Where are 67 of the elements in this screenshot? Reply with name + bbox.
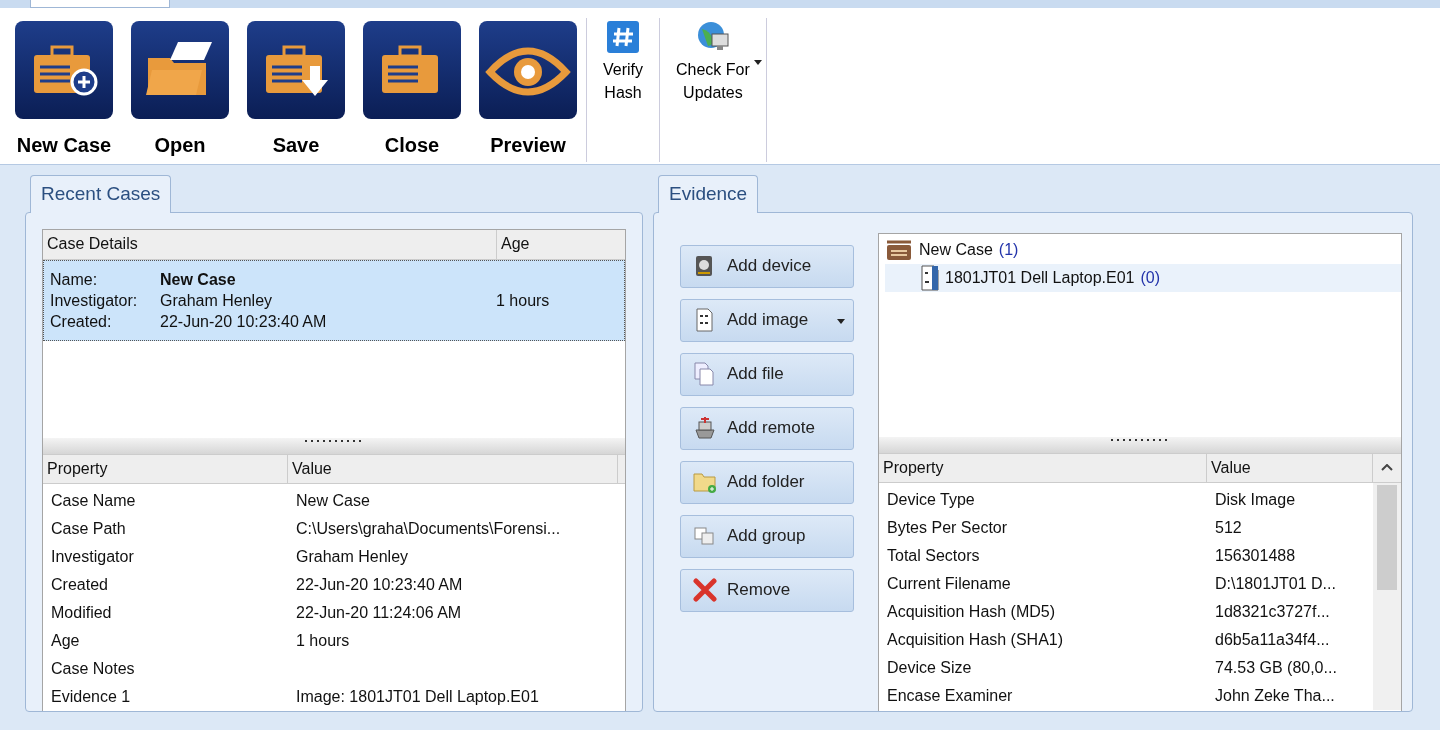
action-button[interactable]: Remove	[680, 568, 854, 612]
property-value: 22-Jun-20 10:23:40 AM	[296, 575, 463, 593]
property-value: 156301488	[1215, 546, 1296, 564]
property-name: Investigator	[51, 547, 134, 565]
property-value: John Zeke Tha...	[1215, 686, 1335, 704]
property-value: New Case	[296, 491, 370, 509]
evidence-tab[interactable]: Evidence	[658, 175, 759, 213]
property-name: Created	[51, 575, 108, 593]
property-value: d6b5a11a34f4...	[1215, 630, 1330, 648]
property-name: Modified	[51, 603, 112, 621]
property-value: 1d8321c3727f...	[1215, 602, 1330, 620]
toolbar-button[interactable]: Verify Hash	[587, 8, 659, 164]
property-value: 74.53 GB (80,0...	[1215, 658, 1337, 676]
column-header[interactable]: Value	[288, 454, 618, 483]
field-label: Created:	[50, 312, 112, 330]
toolbar-button[interactable]: New Case	[6, 8, 122, 164]
property-name: Case Path	[51, 519, 126, 537]
property-name: Evidence 1	[51, 687, 131, 705]
property-value: Graham Henley	[296, 547, 409, 565]
action-button[interactable]: Add folder	[680, 460, 854, 504]
action-button[interactable]: Add file	[680, 352, 854, 396]
property-name: Acquisition Hash (MD5)	[887, 602, 1056, 620]
field-value: Graham Henley	[160, 290, 273, 311]
action-button[interactable]: Add image	[680, 298, 854, 342]
property-value: 1 hours	[296, 631, 350, 649]
property-value: Image: 1801JT01 Dell Laptop.E01	[296, 687, 539, 705]
item-count: (1)	[998, 239, 1019, 260]
property-name: Acquisition Hash (SHA1)	[887, 630, 1064, 648]
toolbar-button[interactable]: Preview	[470, 8, 586, 164]
toolbar-button[interactable]: Open	[122, 8, 238, 164]
action-button[interactable]: Add device	[680, 244, 854, 288]
field-label: Name:	[50, 270, 98, 288]
column-header[interactable]: Property	[879, 453, 1207, 482]
field-value: 22-Jun-20 10:23:40 AM	[160, 311, 327, 332]
recent-cases-tab[interactable]: Recent Cases	[30, 175, 172, 213]
field-value: New Case	[160, 269, 236, 290]
toolbar-button[interactable]: Close	[354, 8, 470, 164]
toolbar-button[interactable]: Check For Updates	[660, 8, 766, 164]
property-name: Bytes Per Sector	[887, 518, 1008, 536]
tree-label: New Case	[919, 239, 993, 260]
property-name: Case Name	[51, 491, 136, 509]
age-text: 1 hours	[496, 290, 551, 311]
tree-item[interactable]: 1801JT01 Dell Laptop.E01 (0)	[885, 263, 1401, 292]
property-name: Current Filename	[887, 574, 1011, 592]
tree-label: 1801JT01 Dell Laptop.E01	[945, 267, 1135, 288]
property-name: Device Type	[887, 490, 975, 508]
property-value: C:\Users\graha\Documents\Forensi...	[296, 519, 561, 537]
property-name: Encase Examiner	[887, 686, 1013, 704]
item-count: (0)	[1140, 267, 1161, 288]
property-value: 512	[1215, 518, 1242, 536]
field-label: Investigator:	[50, 291, 138, 309]
tree-item[interactable]: New Case (1)	[885, 235, 1401, 264]
property-name: Age	[51, 631, 80, 649]
property-value: 22-Jun-20 11:24:06 AM	[296, 603, 462, 621]
property-name: Total Sectors	[887, 546, 980, 564]
action-button[interactable]: Add group	[680, 514, 854, 558]
toolbar-button[interactable]: Save	[238, 8, 354, 164]
column-header[interactable]: Property	[43, 454, 288, 483]
property-value: D:\1801JT01 D...	[1215, 574, 1336, 592]
column-header[interactable]: Age	[497, 229, 625, 259]
case-row[interactable]: Name: New Case Investigator: Graham Henley Created: 22-Jun-20 10:23:40 AM 1 hours	[43, 259, 625, 341]
action-button[interactable]: Add remote	[680, 406, 854, 450]
property-name: Case Notes	[51, 659, 135, 677]
column-header[interactable]: Value	[1207, 453, 1373, 482]
column-header[interactable]: Case Details	[43, 229, 497, 259]
property-name: Device Size	[887, 658, 972, 676]
property-value: Disk Image	[1215, 490, 1296, 508]
